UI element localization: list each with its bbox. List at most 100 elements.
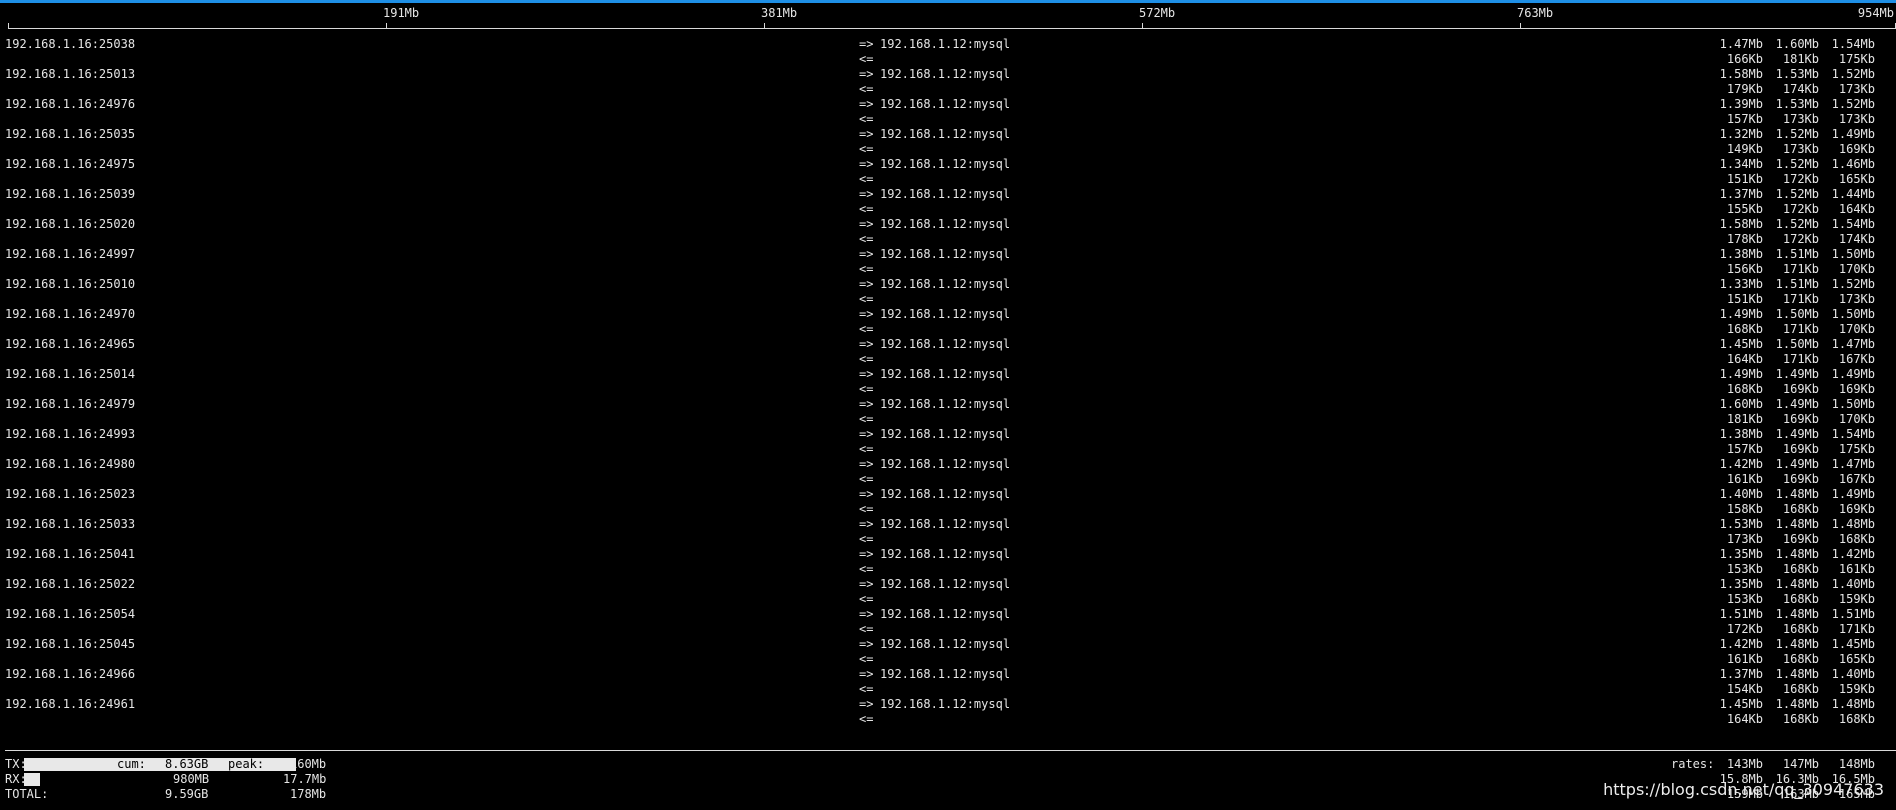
scale-label-954: 954Mb — [1857, 6, 1894, 20]
source-address: 192.168.1.16:24975 — [5, 157, 136, 171]
connection-row[interactable]: 192.168.1.16:25045 => 192.168.1.12:mysql <=… — [0, 637, 1896, 667]
in-rate-2s: 153Kb — [1726, 562, 1763, 576]
destination-address: 192.168.1.12:mysql — [880, 217, 1011, 231]
connection-row[interactable]: 192.168.1.16:25035 => 192.168.1.12:mysql <=… — [0, 127, 1896, 157]
tx-row: TX: cum: 8.63GB peak: 160Mb rates: 143Mb… — [0, 757, 1896, 772]
destination-address: 192.168.1.12:mysql — [880, 367, 1011, 381]
out-rate-2s: 1.35Mb — [1719, 547, 1763, 561]
out-rate-40s: 1.42Mb — [1831, 547, 1875, 561]
in-rate-2s: 153Kb — [1726, 592, 1763, 606]
outbound-arrow: => — [859, 547, 874, 561]
in-rate-40s: 165Kb — [1838, 172, 1875, 186]
connection-row[interactable]: 192.168.1.16:25033 => 192.168.1.12:mysql <=… — [0, 517, 1896, 547]
in-rate-10s: 169Kb — [1782, 412, 1819, 426]
connection-row[interactable]: 192.168.1.16:24975 => 192.168.1.12:mysql <=… — [0, 157, 1896, 187]
outbound-rates: 1.47Mb 1.60Mb 1.54Mb — [1707, 37, 1887, 52]
in-rate-2s: 173Kb — [1726, 532, 1763, 546]
total-label: TOTAL: — [5, 787, 49, 801]
inbound-rates: 156Kb 171Kb 170Kb — [1707, 262, 1887, 277]
connection-row[interactable]: 192.168.1.16:25013 => 192.168.1.12:mysql <=… — [0, 67, 1896, 97]
in-rate-40s: 168Kb — [1838, 712, 1875, 726]
inbound-arrow: <= — [859, 502, 874, 516]
outbound-arrow: => — [859, 427, 874, 441]
connection-row[interactable]: 192.168.1.16:25038 => 192.168.1.12:mysql <=… — [0, 37, 1896, 67]
inbound-arrow: <= — [859, 412, 874, 426]
connection-row[interactable]: 192.168.1.16:25041 => 192.168.1.12:mysql <=… — [0, 547, 1896, 577]
inbound-rates: 155Kb 172Kb 164Kb — [1707, 202, 1887, 217]
out-rate-40s: 1.46Mb — [1831, 157, 1875, 171]
connection-row[interactable]: 192.168.1.16:24970 => 192.168.1.12:mysql <=… — [0, 307, 1896, 337]
connection-row[interactable]: 192.168.1.16:24961 => 192.168.1.12:mysql <=… — [0, 697, 1896, 727]
in-rate-2s: 158Kb — [1726, 502, 1763, 516]
outbound-arrow: => — [859, 157, 874, 171]
scale-tick-origin — [8, 23, 9, 29]
source-address: 192.168.1.16:24976 — [5, 97, 136, 111]
in-rate-40s: 165Kb — [1838, 652, 1875, 666]
source-address: 192.168.1.16:24980 — [5, 457, 136, 471]
total-cum-value: 9.59GB — [165, 787, 209, 801]
tx-rate-10s: 147Mb — [1782, 757, 1819, 771]
out-rate-10s: 1.49Mb — [1775, 397, 1819, 411]
connection-row[interactable]: 192.168.1.16:24965 => 192.168.1.12:mysql <=… — [0, 337, 1896, 367]
out-rate-2s: 1.38Mb — [1719, 427, 1763, 441]
in-rate-40s: 169Kb — [1838, 142, 1875, 156]
connection-row[interactable]: 192.168.1.16:25020 => 192.168.1.12:mysql <=… — [0, 217, 1896, 247]
in-rate-40s: 164Kb — [1838, 202, 1875, 216]
rx-peak-value: 17.7Mb — [283, 772, 327, 786]
connection-row[interactable]: 192.168.1.16:24997 => 192.168.1.12:mysql <=… — [0, 247, 1896, 277]
scale-tick — [1520, 23, 1521, 29]
inbound-arrow: <= — [859, 382, 874, 396]
in-rate-10s: 168Kb — [1782, 652, 1819, 666]
inbound-rates: 161Kb 168Kb 165Kb — [1707, 652, 1887, 667]
bandwidth-scale: 191Mb 381Mb 572Mb 763Mb 954Mb — [0, 3, 1896, 33]
scale-label-381: 381Mb — [761, 6, 798, 20]
tx-peak-value: 160Mb — [290, 757, 327, 771]
outbound-rates: 1.37Mb 1.52Mb 1.44Mb — [1707, 187, 1887, 202]
inbound-rates: 151Kb 171Kb 173Kb — [1707, 292, 1887, 307]
in-rate-10s: 171Kb — [1782, 262, 1819, 276]
connection-row[interactable]: 192.168.1.16:25054 => 192.168.1.12:mysql <=… — [0, 607, 1896, 637]
connection-row[interactable]: 192.168.1.16:25022 => 192.168.1.12:mysql <=… — [0, 577, 1896, 607]
destination-address: 192.168.1.12:mysql — [880, 637, 1011, 651]
outbound-rates: 1.35Mb 1.48Mb 1.40Mb — [1707, 577, 1887, 592]
in-rate-10s: 174Kb — [1782, 82, 1819, 96]
outbound-rates: 1.51Mb 1.48Mb 1.51Mb — [1707, 607, 1887, 622]
inbound-arrow: <= — [859, 52, 874, 66]
out-rate-10s: 1.52Mb — [1775, 217, 1819, 231]
inbound-arrow: <= — [859, 202, 874, 216]
connection-row[interactable]: 192.168.1.16:25023 => 192.168.1.12:mysql <=… — [0, 487, 1896, 517]
out-rate-2s: 1.37Mb — [1719, 667, 1763, 681]
out-rate-10s: 1.49Mb — [1775, 427, 1819, 441]
outbound-rates: 1.45Mb 1.50Mb 1.47Mb — [1707, 337, 1887, 352]
rx-label: RX: — [5, 772, 27, 786]
inbound-arrow: <= — [859, 532, 874, 546]
outbound-arrow: => — [859, 187, 874, 201]
outbound-rates: 1.60Mb 1.49Mb 1.50Mb — [1707, 397, 1887, 412]
connection-row[interactable]: 192.168.1.16:24979 => 192.168.1.12:mysql <=… — [0, 397, 1896, 427]
inbound-rates: 153Kb 168Kb 159Kb — [1707, 592, 1887, 607]
in-rate-10s: 172Kb — [1782, 172, 1819, 186]
connection-row[interactable]: 192.168.1.16:24976 => 192.168.1.12:mysql <=… — [0, 97, 1896, 127]
outbound-rates: 1.39Mb 1.53Mb 1.52Mb — [1707, 97, 1887, 112]
outbound-arrow: => — [859, 97, 874, 111]
tx-cum-value: 8.63GB — [165, 757, 209, 771]
in-rate-40s: 169Kb — [1838, 502, 1875, 516]
destination-address: 192.168.1.12:mysql — [880, 247, 1011, 261]
connection-row[interactable]: 192.168.1.16:24980 => 192.168.1.12:mysql <=… — [0, 457, 1896, 487]
in-rate-40s: 159Kb — [1838, 592, 1875, 606]
connection-row[interactable]: 192.168.1.16:24993 => 192.168.1.12:mysql <=… — [0, 427, 1896, 457]
connection-row[interactable]: 192.168.1.16:25010 => 192.168.1.12:mysql <=… — [0, 277, 1896, 307]
out-rate-10s: 1.48Mb — [1775, 517, 1819, 531]
connection-row[interactable]: 192.168.1.16:24966 => 192.168.1.12:mysql <=… — [0, 667, 1896, 697]
out-rate-10s: 1.49Mb — [1775, 457, 1819, 471]
destination-address: 192.168.1.12:mysql — [880, 517, 1011, 531]
connection-row[interactable]: 192.168.1.16:25039 => 192.168.1.12:mysql <=… — [0, 187, 1896, 217]
in-rate-10s: 172Kb — [1782, 202, 1819, 216]
outbound-rates: 1.35Mb 1.48Mb 1.42Mb — [1707, 547, 1887, 562]
inbound-arrow: <= — [859, 112, 874, 126]
inbound-rates: 164Kb 171Kb 167Kb — [1707, 352, 1887, 367]
destination-address: 192.168.1.12:mysql — [880, 307, 1011, 321]
in-rate-40s: 159Kb — [1838, 682, 1875, 696]
inbound-rates: 153Kb 168Kb 161Kb — [1707, 562, 1887, 577]
connection-row[interactable]: 192.168.1.16:25014 => 192.168.1.12:mysql <=… — [0, 367, 1896, 397]
